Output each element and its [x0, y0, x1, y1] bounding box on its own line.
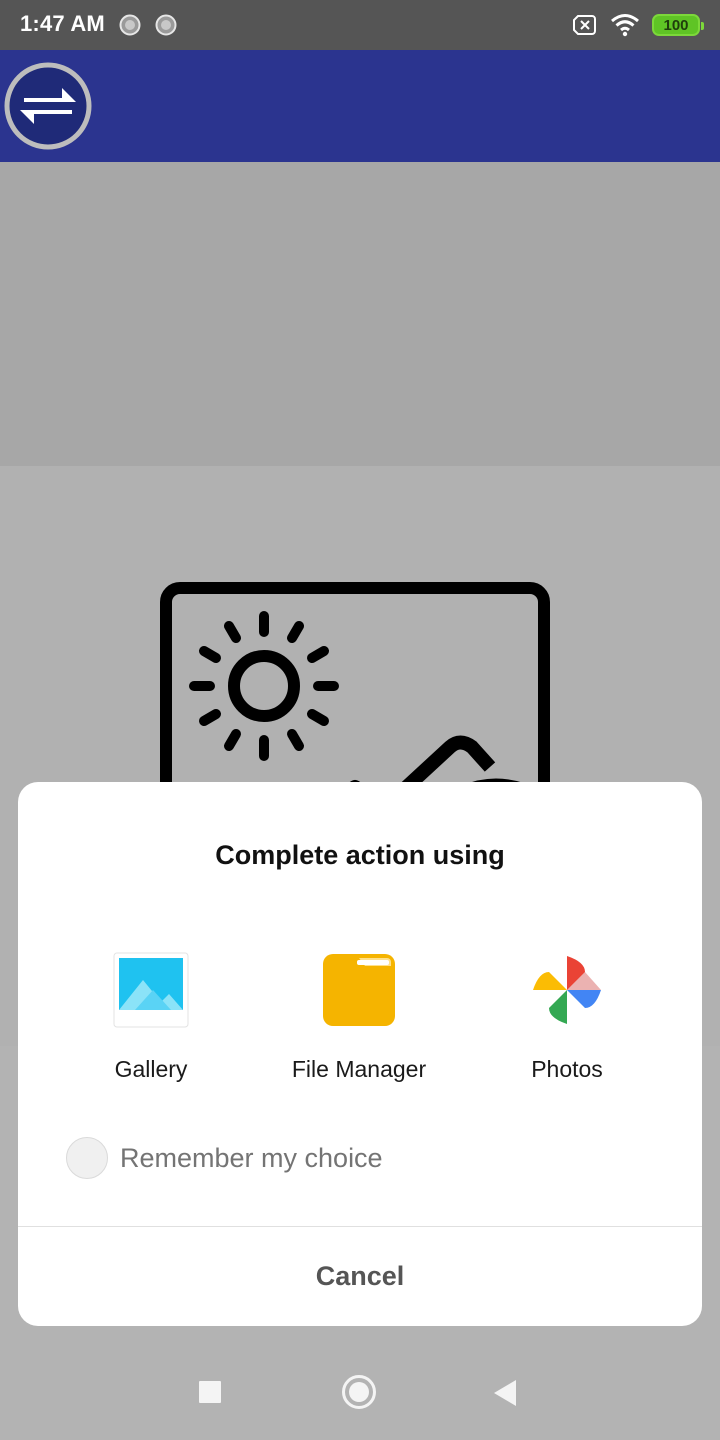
cancel-button[interactable]: Cancel — [18, 1227, 702, 1326]
notification-dot-icon — [119, 14, 141, 36]
app-option-file-manager[interactable]: File Manager — [259, 952, 459, 1092]
remember-choice-row[interactable]: Remember my choice — [66, 1136, 383, 1180]
app-label: Photos — [531, 1056, 603, 1082]
remember-choice-label: Remember my choice — [120, 1142, 383, 1173]
battery-icon: 100 — [652, 14, 704, 36]
notification-dot-icon — [155, 14, 177, 36]
status-bar: 1:47 AM 100 — [0, 0, 720, 50]
swap-arrows-icon[interactable] — [4, 62, 92, 150]
status-time: 1:47 AM — [20, 11, 105, 36]
dialog-title: Complete action using — [215, 840, 505, 870]
app-bar — [0, 50, 720, 162]
navigation-bar — [0, 1344, 720, 1440]
battery-level: 100 — [663, 16, 689, 34]
no-sim-icon — [573, 15, 596, 35]
content-header-area — [0, 162, 720, 466]
app-label: File Manager — [291, 1056, 427, 1082]
file-manager-icon — [323, 954, 395, 1026]
remember-choice-radio[interactable] — [66, 1137, 108, 1179]
home-icon[interactable] — [342, 1375, 376, 1409]
app-label: Gallery — [114, 1056, 188, 1082]
wifi-icon — [611, 14, 639, 37]
back-icon[interactable] — [494, 1380, 516, 1406]
status-icons: 100 — [572, 12, 704, 38]
gallery-icon — [113, 952, 189, 1028]
photos-icon — [533, 956, 601, 1024]
chooser-dialog: Complete action using Gallery File Manag… — [18, 782, 702, 1326]
recents-icon[interactable] — [199, 1381, 221, 1403]
app-option-gallery[interactable]: Gallery — [51, 952, 251, 1092]
app-option-photos[interactable]: Photos — [467, 952, 667, 1092]
